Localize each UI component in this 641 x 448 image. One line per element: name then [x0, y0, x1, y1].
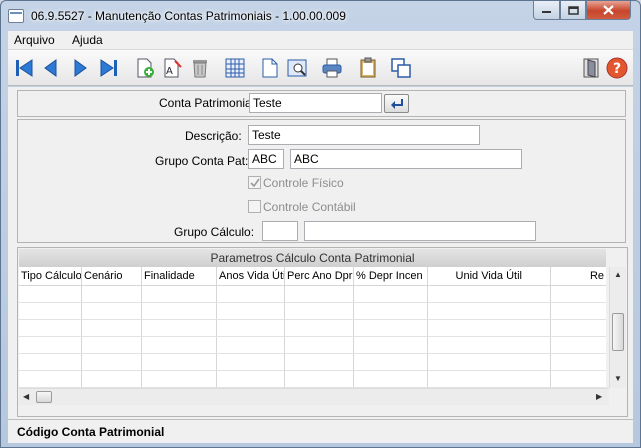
last-record-icon: [100, 59, 117, 77]
toolbar: A ?: [8, 50, 633, 86]
new-record-icon: [137, 58, 154, 78]
edit-record-icon: A: [164, 58, 182, 78]
controle-fisico-label: Controle Físico: [263, 176, 344, 190]
conta-patrimonial-label: Conta Patrimonial:: [159, 96, 258, 110]
clipboard-icon: [360, 57, 376, 78]
grupo-calculo-desc-input[interactable]: [304, 221, 536, 241]
document-icon: [262, 58, 278, 78]
vertical-scroll-thumb[interactable]: [612, 313, 624, 351]
col-unid-vida-util[interactable]: Unid Vida Útil: [428, 267, 551, 286]
col-finalidade[interactable]: Finalidade: [142, 267, 217, 286]
checkmark-icon: [249, 178, 260, 187]
col-anos-vida-util[interactable]: Anos Vida Útil: [217, 267, 285, 286]
calculator-button[interactable]: [223, 56, 247, 80]
scroll-down-icon[interactable]: ▼: [614, 374, 622, 383]
print-icon: [322, 58, 342, 78]
first-record-button[interactable]: [12, 56, 36, 80]
horizontal-scrollbar[interactable]: ◀ ▶: [19, 388, 609, 405]
col-perc-ano-dpr[interactable]: Perc Ano Dpr: [285, 267, 354, 286]
descricao-label: Descrição:: [185, 129, 242, 143]
col-cenario[interactable]: Cenário: [82, 267, 142, 286]
grupo-conta-pat-desc-input[interactable]: ABC: [290, 149, 522, 169]
status-text: Código Conta Patrimonial: [17, 425, 165, 439]
edit-record-button[interactable]: A: [160, 56, 184, 80]
controle-fisico-checkbox[interactable]: [248, 176, 261, 189]
copy-icon: [391, 58, 411, 78]
next-record-button[interactable]: [68, 56, 92, 80]
first-record-icon: [16, 59, 33, 77]
header-panel: Conta Patrimonial: Teste: [17, 90, 626, 117]
details-panel: Descrição: Teste Grupo Conta Pat: ABC AB…: [17, 119, 626, 243]
scroll-left-icon[interactable]: ◀: [23, 392, 29, 401]
delete-button[interactable]: [188, 56, 212, 80]
grupo-calculo-code-input[interactable]: [262, 221, 298, 241]
confirm-button[interactable]: [384, 94, 409, 113]
status-bar: Código Conta Patrimonial: [8, 419, 633, 443]
print-button[interactable]: [320, 56, 344, 80]
grupo-conta-pat-code-input[interactable]: ABC: [248, 149, 284, 169]
last-record-button[interactable]: [97, 56, 121, 80]
close-icon: [603, 5, 614, 15]
help-icon: ?: [606, 57, 628, 79]
maximize-button[interactable]: [560, 1, 586, 20]
app-window: 06.9.5527 - Manutenção Contas Patrimonia…: [0, 0, 641, 448]
exit-door-icon: [583, 58, 599, 78]
controle-contabil-label: Controle Contábil: [263, 200, 356, 214]
prev-record-button[interactable]: [39, 56, 63, 80]
minimize-button[interactable]: [533, 1, 560, 20]
enter-arrow-icon: [390, 98, 403, 109]
maximize-icon: [567, 5, 579, 15]
scroll-up-icon[interactable]: ▲: [614, 270, 622, 279]
exit-button[interactable]: [579, 56, 603, 80]
parametros-grid-panel: Parametros Cálculo Conta Patrimonial Tip…: [17, 247, 628, 417]
menu-bar: Arquivo Ajuda: [8, 31, 633, 50]
prev-record-icon: [44, 59, 57, 77]
svg-text:?: ?: [613, 61, 621, 77]
svg-text:A: A: [166, 66, 173, 77]
copy-button[interactable]: [389, 56, 413, 80]
grid-body[interactable]: [19, 286, 606, 388]
form-area: Conta Patrimonial: Teste Descrição: Test…: [8, 87, 633, 419]
scroll-right-icon[interactable]: ▶: [596, 392, 602, 401]
help-button[interactable]: ?: [605, 56, 629, 80]
col-tipo-calculo[interactable]: Tipo Cálculo: [19, 267, 82, 286]
window-title: 06.9.5527 - Manutenção Contas Patrimonia…: [31, 9, 346, 23]
new-record-button[interactable]: [133, 56, 157, 80]
calculator-icon: [225, 58, 245, 78]
grupo-calculo-label: Grupo Cálculo:: [174, 225, 255, 239]
grid-header: Tipo Cálculo Cenário Finalidade Anos Vid…: [19, 267, 606, 286]
controle-contabil-checkbox[interactable]: [248, 200, 261, 213]
horizontal-scroll-thumb[interactable]: [36, 391, 52, 403]
col-re[interactable]: Re: [551, 267, 606, 286]
conta-patrimonial-input[interactable]: Teste: [249, 93, 382, 113]
grupo-conta-pat-label: Grupo Conta Pat:: [155, 154, 249, 168]
document-button[interactable]: [258, 56, 282, 80]
minimize-icon: [542, 11, 551, 13]
preview-icon: [287, 59, 307, 77]
delete-icon: [193, 60, 207, 78]
col-depr-incen[interactable]: % Depr Incen: [354, 267, 428, 286]
preview-button[interactable]: [285, 56, 309, 80]
menu-arquivo[interactable]: Arquivo: [14, 33, 55, 47]
clipboard-button[interactable]: [356, 56, 380, 80]
next-record-icon: [74, 59, 87, 77]
grid-title: Parametros Cálculo Conta Patrimonial: [19, 249, 606, 267]
title-bar[interactable]: 06.9.5527 - Manutenção Contas Patrimonia…: [1, 1, 640, 31]
vertical-scrollbar[interactable]: ▲ ▼: [609, 267, 626, 388]
menu-ajuda[interactable]: Ajuda: [72, 33, 103, 47]
app-icon: [8, 9, 24, 23]
close-button[interactable]: [586, 1, 631, 20]
descricao-input[interactable]: Teste: [248, 125, 480, 145]
